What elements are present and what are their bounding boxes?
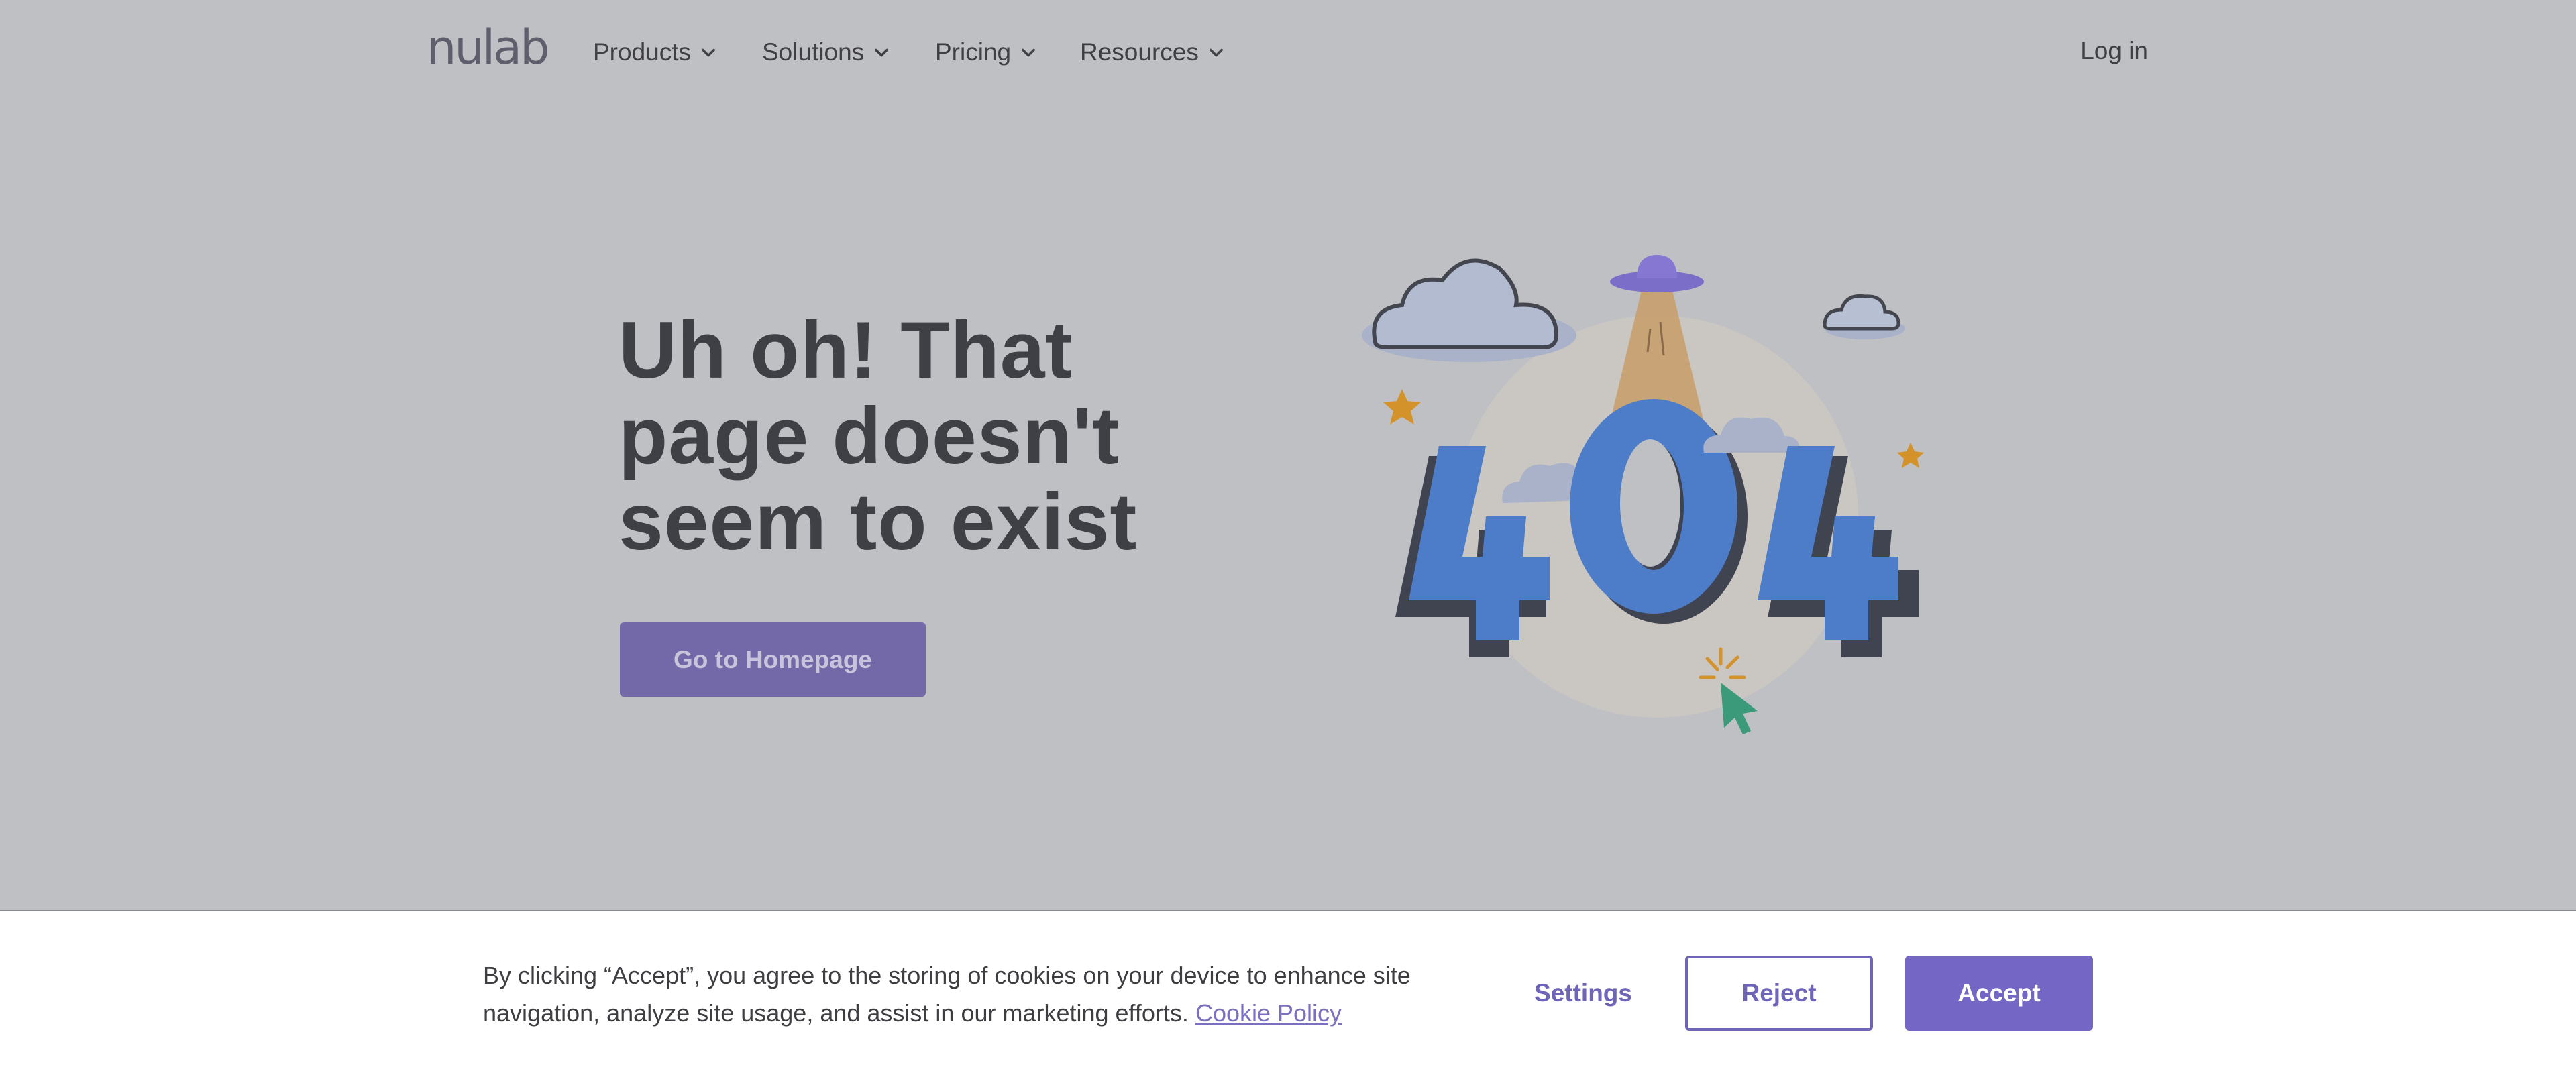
star-icon <box>1897 443 1924 468</box>
cookie-reject-button[interactable]: Reject <box>1685 956 1873 1031</box>
star-icon <box>1383 389 1421 425</box>
nav-products[interactable]: Products <box>593 36 718 68</box>
nav-solutions[interactable]: Solutions <box>762 36 891 68</box>
chevron-down-icon <box>1022 48 1036 57</box>
404-illustration <box>1362 255 1924 734</box>
go-to-homepage-button[interactable]: Go to Homepage <box>620 622 926 697</box>
title-line-2: page doesn't <box>619 391 1120 481</box>
title-line-1: Uh oh! That <box>619 305 1073 395</box>
cookie-policy-link[interactable]: Cookie Policy <box>1195 999 1342 1027</box>
nav-pricing[interactable]: Pricing <box>935 36 1038 68</box>
login-link[interactable]: Log in <box>2080 35 2148 67</box>
chevron-down-icon <box>1209 48 1223 57</box>
title-line-3: seem to exist <box>619 477 1138 567</box>
cookie-settings-button[interactable]: Settings <box>1516 956 1650 1031</box>
nav-resources[interactable]: Resources <box>1080 36 1226 68</box>
cloud-icon <box>1362 258 1576 362</box>
nav-products-label: Products <box>593 38 692 66</box>
top-navigation: nulab Products Solutions Pricing Resourc… <box>0 0 2576 107</box>
chevron-down-icon <box>875 48 889 57</box>
page-title: Uh oh! That page doesn't seem to exist <box>619 307 1169 565</box>
chevron-down-icon <box>702 48 715 57</box>
cloud-icon <box>1823 294 1905 339</box>
nav-pricing-label: Pricing <box>935 38 1012 66</box>
nav-resources-label: Resources <box>1080 38 1199 66</box>
nulab-logo[interactable]: nulab <box>427 24 550 71</box>
cookie-banner: By clicking “Accept”, you agree to the s… <box>0 910 2576 1073</box>
ufo-icon <box>1610 255 1704 292</box>
cookie-text: By clicking “Accept”, you agree to the s… <box>483 957 1449 1032</box>
nav-solutions-label: Solutions <box>762 38 865 66</box>
cookie-accept-button[interactable]: Accept <box>1905 956 2093 1031</box>
